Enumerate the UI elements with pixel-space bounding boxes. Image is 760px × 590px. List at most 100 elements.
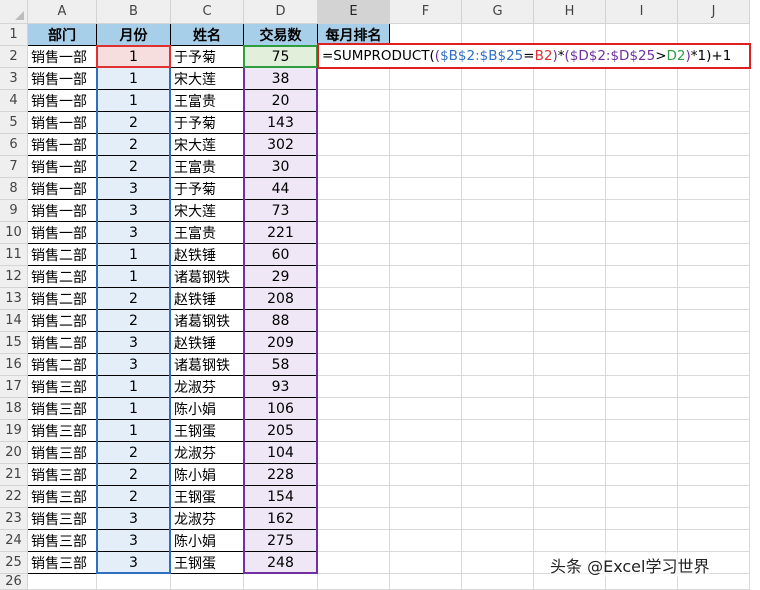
row-header-1[interactable]: 1 xyxy=(0,24,28,46)
cell-i16[interactable] xyxy=(606,354,678,376)
cell-a18[interactable]: 销售三部 xyxy=(28,398,97,420)
cell-g6[interactable] xyxy=(462,134,534,156)
cell-c22[interactable]: 王钢蛋 xyxy=(171,486,244,508)
cell-g16[interactable] xyxy=(462,354,534,376)
cell-j14[interactable] xyxy=(678,310,750,332)
cell-j20[interactable] xyxy=(678,442,750,464)
cell-h18[interactable] xyxy=(534,398,606,420)
cell-h20[interactable] xyxy=(534,442,606,464)
cell-c24[interactable]: 陈小娟 xyxy=(171,530,244,552)
cell-g15[interactable] xyxy=(462,332,534,354)
cell-f20[interactable] xyxy=(390,442,462,464)
cell-d4[interactable]: 20 xyxy=(244,90,318,112)
cell-a4[interactable]: 销售一部 xyxy=(28,90,97,112)
column-header-d[interactable]: D xyxy=(244,0,318,24)
cell-a5[interactable]: 销售一部 xyxy=(28,112,97,134)
cell-b11[interactable]: 1 xyxy=(97,244,171,266)
row-header-7[interactable]: 7 xyxy=(0,156,28,178)
cell-c18[interactable]: 陈小娟 xyxy=(171,398,244,420)
cell-g10[interactable] xyxy=(462,222,534,244)
cell-g23[interactable] xyxy=(462,508,534,530)
cell-f24[interactable] xyxy=(390,530,462,552)
cell-e12[interactable] xyxy=(318,266,390,288)
row-header-24[interactable]: 24 xyxy=(0,530,28,552)
cell-g5[interactable] xyxy=(462,112,534,134)
cell-i11[interactable] xyxy=(606,244,678,266)
cell-a7[interactable]: 销售一部 xyxy=(28,156,97,178)
cell-h13[interactable] xyxy=(534,288,606,310)
cell-g9[interactable] xyxy=(462,200,534,222)
cell-a19[interactable]: 销售三部 xyxy=(28,420,97,442)
cell-f4[interactable] xyxy=(390,90,462,112)
column-header-e[interactable]: E xyxy=(318,0,390,24)
cell-e9[interactable] xyxy=(318,200,390,222)
cell-a17[interactable]: 销售三部 xyxy=(28,376,97,398)
cell-f10[interactable] xyxy=(390,222,462,244)
cell-d25[interactable]: 248 xyxy=(244,552,318,574)
cell-i22[interactable] xyxy=(606,486,678,508)
cell-h12[interactable] xyxy=(534,266,606,288)
cell-f22[interactable] xyxy=(390,486,462,508)
cell-j22[interactable] xyxy=(678,486,750,508)
header-cell-b[interactable]: 月份 xyxy=(97,24,171,46)
cell-e8[interactable] xyxy=(318,178,390,200)
cell-c2[interactable]: 于予菊 xyxy=(171,46,244,68)
cell-a13[interactable]: 销售二部 xyxy=(28,288,97,310)
cell-d9[interactable]: 73 xyxy=(244,200,318,222)
row-header-16[interactable]: 16 xyxy=(0,354,28,376)
cell-c8[interactable]: 于予菊 xyxy=(171,178,244,200)
cell-a21[interactable]: 销售三部 xyxy=(28,464,97,486)
cell-c4[interactable]: 王富贵 xyxy=(171,90,244,112)
cell-d26[interactable] xyxy=(244,574,318,590)
cell-b4[interactable]: 1 xyxy=(97,90,171,112)
cell-e5[interactable] xyxy=(318,112,390,134)
cell-e19[interactable] xyxy=(318,420,390,442)
cell-j9[interactable] xyxy=(678,200,750,222)
column-header-h[interactable]: H xyxy=(534,0,606,24)
row-header-4[interactable]: 4 xyxy=(0,90,28,112)
cell-c25[interactable]: 王钢蛋 xyxy=(171,552,244,574)
cell-e20[interactable] xyxy=(318,442,390,464)
cell-j15[interactable] xyxy=(678,332,750,354)
cell-b24[interactable]: 3 xyxy=(97,530,171,552)
cell-b22[interactable]: 2 xyxy=(97,486,171,508)
cell-c11[interactable]: 赵铁锤 xyxy=(171,244,244,266)
cell-g21[interactable] xyxy=(462,464,534,486)
cell-g25[interactable] xyxy=(462,552,534,574)
row-header-22[interactable]: 22 xyxy=(0,486,28,508)
cell-g20[interactable] xyxy=(462,442,534,464)
cell-h15[interactable] xyxy=(534,332,606,354)
cell-g3[interactable] xyxy=(462,68,534,90)
cell-e13[interactable] xyxy=(318,288,390,310)
cell-f5[interactable] xyxy=(390,112,462,134)
cell-d11[interactable]: 60 xyxy=(244,244,318,266)
header-cell-d[interactable]: 交易数 xyxy=(244,24,318,46)
cell-c3[interactable]: 宋大莲 xyxy=(171,68,244,90)
row-header-6[interactable]: 6 xyxy=(0,134,28,156)
cell-a2[interactable]: 销售一部 xyxy=(28,46,97,68)
cell-e24[interactable] xyxy=(318,530,390,552)
cell-f23[interactable] xyxy=(390,508,462,530)
row-header-20[interactable]: 20 xyxy=(0,442,28,464)
cell-j8[interactable] xyxy=(678,178,750,200)
cell-i3[interactable] xyxy=(606,68,678,90)
cell-d2[interactable]: 75 xyxy=(244,46,318,68)
cell-i9[interactable] xyxy=(606,200,678,222)
cell-i15[interactable] xyxy=(606,332,678,354)
cell-b3[interactable]: 1 xyxy=(97,68,171,90)
cell-h23[interactable] xyxy=(534,508,606,530)
cell-c21[interactable]: 陈小娟 xyxy=(171,464,244,486)
cell-f7[interactable] xyxy=(390,156,462,178)
row-header-15[interactable]: 15 xyxy=(0,332,28,354)
cell-a25[interactable]: 销售三部 xyxy=(28,552,97,574)
row-header-10[interactable]: 10 xyxy=(0,222,28,244)
column-header-g[interactable]: G xyxy=(462,0,534,24)
cell-j11[interactable] xyxy=(678,244,750,266)
cell-d7[interactable]: 30 xyxy=(244,156,318,178)
cell-d20[interactable]: 104 xyxy=(244,442,318,464)
cell-a26[interactable] xyxy=(28,574,97,590)
cell-g26[interactable] xyxy=(462,574,534,590)
cell-c17[interactable]: 龙淑芬 xyxy=(171,376,244,398)
cell-e17[interactable] xyxy=(318,376,390,398)
cell-b15[interactable]: 3 xyxy=(97,332,171,354)
